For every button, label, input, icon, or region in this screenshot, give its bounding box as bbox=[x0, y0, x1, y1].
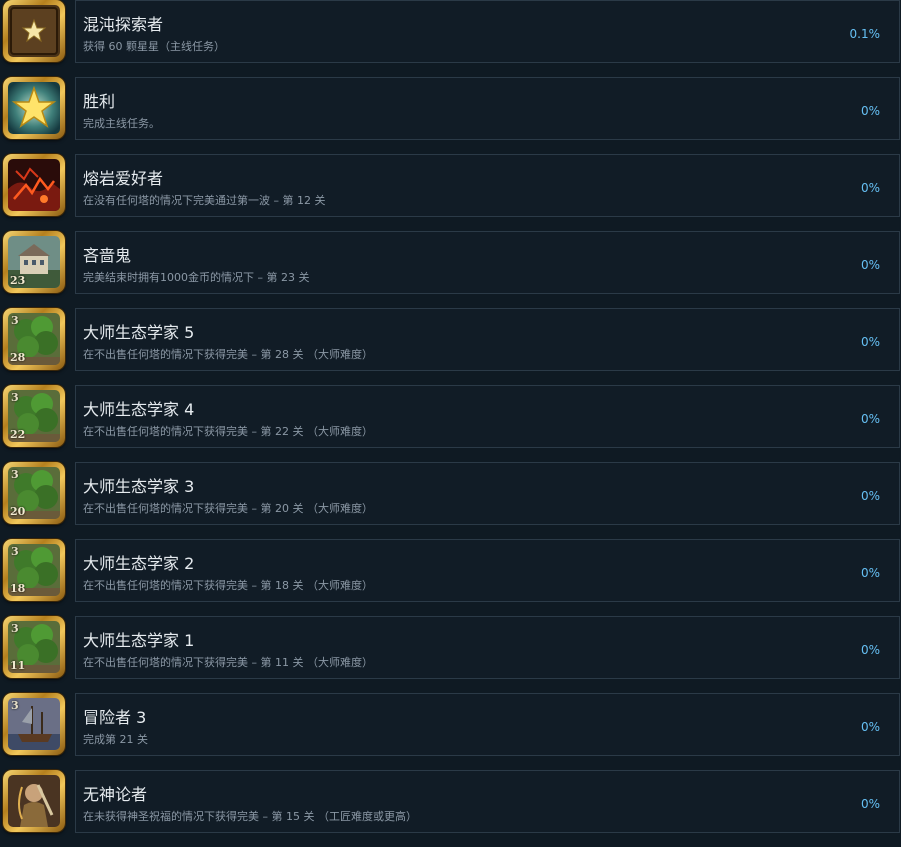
achievement-list: 混沌探索者 获得 60 颗星星（主线任务） 0.1% 胜利 完成主线任务。 0%… bbox=[0, 0, 901, 838]
achievement-panel: 混沌探索者 获得 60 颗星星（主线任务） 0.1% bbox=[75, 0, 900, 63]
achievement-panel: 大师生态学家 2 在不出售任何塔的情况下获得完美 – 第 18 关 （大师难度）… bbox=[75, 539, 900, 602]
level-number: 20 bbox=[10, 505, 26, 518]
achievement-panel: 胜利 完成主线任务。 0% bbox=[75, 77, 900, 140]
level-number: 22 bbox=[10, 428, 26, 441]
achievement-panel: 大师生态学家 3 在不出售任何塔的情况下获得完美 – 第 20 关 （大师难度）… bbox=[75, 462, 900, 525]
achievement-icon-frame: 23 bbox=[3, 231, 65, 293]
mansion-level-number: 23 bbox=[10, 274, 26, 287]
achievement-percent: 0% bbox=[860, 412, 880, 426]
achievement-title: 大师生态学家 2 bbox=[83, 554, 195, 573]
achievement-percent: 0.1% bbox=[849, 27, 881, 41]
achievement-percent: 0% bbox=[860, 181, 880, 195]
lava-icon bbox=[8, 159, 60, 211]
tier-number: 3 bbox=[11, 699, 19, 712]
achievement-row[interactable]: 3 22 大师生态学家 4 在不出售任何塔的情况下获得完美 – 第 22 关 （… bbox=[0, 385, 901, 462]
achievement-percent: 0% bbox=[860, 258, 880, 272]
achievement-panel: 大师生态学家 4 在不出售任何塔的情况下获得完美 – 第 22 关 （大师难度）… bbox=[75, 385, 900, 448]
achievement-panel: 冒险者 3 完成第 21 关 0% bbox=[75, 693, 900, 756]
achievement-panel: 大师生态学家 1 在不出售任何塔的情况下获得完美 – 第 11 关 （大师难度）… bbox=[75, 616, 900, 679]
achievement-icon-frame bbox=[3, 154, 65, 216]
achievement-title: 大师生态学家 4 bbox=[83, 400, 195, 419]
achievement-icon-frame bbox=[3, 770, 65, 832]
tier-number: 3 bbox=[11, 314, 19, 327]
achievement-title: 大师生态学家 1 bbox=[83, 631, 195, 650]
achievement-description: 在不出售任何塔的情况下获得完美 – 第 18 关 （大师难度） bbox=[83, 579, 373, 592]
achievement-icon-frame: 3 22 bbox=[3, 385, 65, 447]
achievement-percent: 0% bbox=[860, 104, 880, 118]
achievement-description: 完成第 21 关 bbox=[83, 733, 148, 746]
achievement-description: 在没有任何塔的情况下完美通过第一波 – 第 12 关 bbox=[83, 194, 326, 207]
achievement-title: 冒险者 3 bbox=[83, 708, 147, 727]
achievement-description: 完成主线任务。 bbox=[83, 117, 160, 130]
achievement-panel: 熔岩爱好者 在没有任何塔的情况下完美通过第一波 – 第 12 关 0% bbox=[75, 154, 900, 217]
glowing-star-icon bbox=[8, 82, 60, 134]
achievement-panel: 吝啬鬼 完美结束时拥有1000金币的情况下 – 第 23 关 0% bbox=[75, 231, 900, 294]
achievement-description: 完美结束时拥有1000金币的情况下 – 第 23 关 bbox=[83, 271, 310, 284]
level-number: 18 bbox=[10, 582, 26, 595]
tree-level-icon: 3 22 bbox=[8, 390, 60, 442]
tree-level-icon: 3 28 bbox=[8, 313, 60, 365]
achievement-description: 在不出售任何塔的情况下获得完美 – 第 20 关 （大师难度） bbox=[83, 502, 373, 515]
achievement-title: 大师生态学家 5 bbox=[83, 323, 195, 342]
achievement-row[interactable]: 3 18 大师生态学家 2 在不出售任何塔的情况下获得完美 – 第 18 关 （… bbox=[0, 539, 901, 616]
achievement-description: 在不出售任何塔的情况下获得完美 – 第 22 关 （大师难度） bbox=[83, 425, 373, 438]
achievement-description: 在未获得神圣祝福的情况下获得完美 – 第 15 关 （工匠难度或更高） bbox=[83, 810, 417, 823]
tree-level-icon: 3 11 bbox=[8, 621, 60, 673]
achievement-row[interactable]: 3 11 大师生态学家 1 在不出售任何塔的情况下获得完美 – 第 11 关 （… bbox=[0, 616, 901, 693]
achievement-percent: 0% bbox=[860, 643, 880, 657]
achievement-title: 熔岩爱好者 bbox=[83, 169, 164, 188]
achievement-icon-frame bbox=[3, 0, 65, 62]
achievement-row[interactable]: 3 20 大师生态学家 3 在不出售任何塔的情况下获得完美 – 第 20 关 （… bbox=[0, 462, 901, 539]
achievement-percent: 0% bbox=[860, 489, 880, 503]
achievement-title: 胜利 bbox=[83, 92, 116, 111]
achievement-percent: 0% bbox=[860, 797, 880, 811]
tree-level-icon: 3 20 bbox=[8, 467, 60, 519]
tier-number: 3 bbox=[11, 622, 19, 635]
tree-level-icon: 3 18 bbox=[8, 544, 60, 596]
achievement-description: 获得 60 颗星星（主线任务） bbox=[83, 40, 225, 53]
mansion-icon: 23 bbox=[8, 236, 60, 288]
achievement-icon-frame: 3 11 bbox=[3, 616, 65, 678]
achievement-icon-frame bbox=[3, 77, 65, 139]
achievement-row[interactable]: 熔岩爱好者 在没有任何塔的情况下完美通过第一波 – 第 12 关 0% bbox=[0, 154, 901, 231]
level-number: 11 bbox=[10, 659, 26, 672]
achievement-row[interactable]: 无神论者 在未获得神圣祝福的情况下获得完美 – 第 15 关 （工匠难度或更高）… bbox=[0, 770, 901, 847]
tier-number: 3 bbox=[11, 468, 19, 481]
achievement-description: 在不出售任何塔的情况下获得完美 – 第 11 关 （大师难度） bbox=[83, 656, 373, 669]
achievement-row[interactable]: 胜利 完成主线任务。 0% bbox=[0, 77, 901, 154]
ship-icon: 3 bbox=[8, 698, 60, 750]
hero-icon bbox=[8, 775, 60, 827]
achievement-title: 无神论者 bbox=[83, 785, 148, 804]
achievement-percent: 0% bbox=[860, 566, 880, 580]
tier-number: 3 bbox=[11, 545, 19, 558]
achievement-icon-frame: 3 bbox=[3, 693, 65, 755]
achievement-percent: 0% bbox=[860, 720, 880, 734]
achievement-icon-frame: 3 18 bbox=[3, 539, 65, 601]
achievement-row[interactable]: 3 28 大师生态学家 5 在不出售任何塔的情况下获得完美 – 第 28 关 （… bbox=[0, 308, 901, 385]
star-badge-icon bbox=[8, 5, 60, 57]
achievement-panel: 无神论者 在未获得神圣祝福的情况下获得完美 – 第 15 关 （工匠难度或更高）… bbox=[75, 770, 900, 833]
achievement-description: 在不出售任何塔的情况下获得完美 – 第 28 关 （大师难度） bbox=[83, 348, 373, 361]
achievement-icon-frame: 3 28 bbox=[3, 308, 65, 370]
achievement-title: 混沌探索者 bbox=[83, 15, 164, 34]
achievement-row[interactable]: 23 吝啬鬼 完美结束时拥有1000金币的情况下 – 第 23 关 0% bbox=[0, 231, 901, 308]
achievement-row[interactable]: 3 冒险者 3 完成第 21 关 0% bbox=[0, 693, 901, 770]
level-number: 28 bbox=[10, 351, 26, 364]
achievement-row[interactable]: 混沌探索者 获得 60 颗星星（主线任务） 0.1% bbox=[0, 0, 901, 77]
achievement-percent: 0% bbox=[860, 335, 880, 349]
achievement-panel: 大师生态学家 5 在不出售任何塔的情况下获得完美 – 第 28 关 （大师难度）… bbox=[75, 308, 900, 371]
achievement-icon-frame: 3 20 bbox=[3, 462, 65, 524]
achievement-title: 吝啬鬼 bbox=[83, 246, 132, 265]
achievement-title: 大师生态学家 3 bbox=[83, 477, 195, 496]
tier-number: 3 bbox=[11, 391, 19, 404]
